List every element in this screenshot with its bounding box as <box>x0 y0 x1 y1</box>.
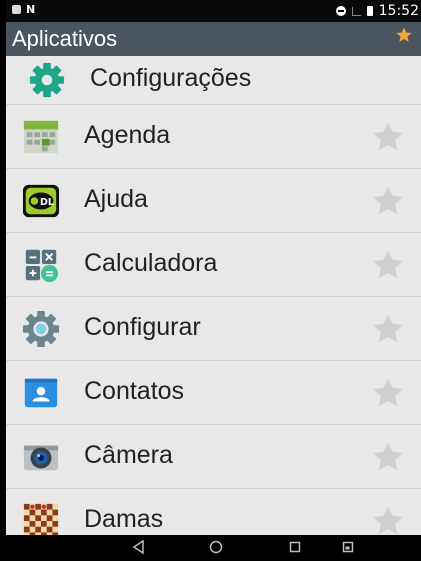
screenshot-button-icon[interactable] <box>341 539 355 555</box>
settings-cog-icon <box>22 310 60 348</box>
app-list: Configurações Agenda DL Ajuda Calculador… <box>6 56 421 535</box>
app-row-calculadora[interactable]: Calculadora <box>6 233 421 297</box>
title-bar: Aplicativos <box>6 22 421 56</box>
app-row-contatos[interactable]: Contatos <box>6 361 421 425</box>
calendar-icon <box>23 120 59 154</box>
app-row-agenda[interactable]: Agenda <box>6 105 421 169</box>
app-row-configuracoes[interactable]: Configurações <box>6 56 421 105</box>
app-label: Câmera <box>84 441 173 469</box>
status-bar: N 15:52 <box>6 0 421 22</box>
app-label: Contatos <box>84 377 185 405</box>
back-button-icon[interactable] <box>131 539 145 555</box>
home-button-icon[interactable] <box>208 539 224 555</box>
battery-icon <box>366 6 373 16</box>
app-label: Ajuda <box>84 185 148 213</box>
app-label: Damas <box>84 505 164 533</box>
favorite-star-icon[interactable] <box>369 439 407 475</box>
contacts-icon <box>24 378 58 408</box>
app-row-configurar[interactable]: Configurar <box>6 297 421 361</box>
gear-icon <box>29 62 65 98</box>
favorite-star-icon[interactable] <box>369 183 407 219</box>
app-row-camera[interactable]: Câmera <box>6 425 421 489</box>
do-not-disturb-icon <box>335 6 346 16</box>
camera-icon <box>23 445 59 471</box>
app-label: Configurar <box>84 313 201 341</box>
favorites-star-icon[interactable] <box>395 26 413 44</box>
svg-text:DL: DL <box>40 197 54 208</box>
recent-apps-button-icon[interactable] <box>288 539 302 555</box>
status-clock: 15:52 <box>378 3 419 19</box>
favorite-star-icon[interactable] <box>369 375 407 411</box>
help-icon: DL <box>22 184 60 218</box>
app-label: Calculadora <box>84 249 218 277</box>
favorite-star-icon[interactable] <box>369 119 407 155</box>
page-title: Aplicativos <box>12 26 118 51</box>
notification-icon <box>12 5 21 14</box>
favorite-star-icon[interactable] <box>369 503 407 535</box>
app-label: Agenda <box>84 121 171 149</box>
app-frame: N 15:52 Aplicativos Configurações Agenda… <box>6 0 421 561</box>
app-row-ajuda[interactable]: DL Ajuda <box>6 169 421 233</box>
navigation-bar <box>6 535 421 561</box>
app-label: Configurações <box>90 64 252 92</box>
favorite-star-icon[interactable] <box>369 247 407 283</box>
calculator-icon <box>25 249 59 283</box>
signal-icon <box>351 6 361 16</box>
favorite-star-icon[interactable] <box>369 311 407 347</box>
checkers-icon <box>23 503 59 535</box>
app-row-damas[interactable]: Damas <box>6 489 421 535</box>
nfc-icon: N <box>26 3 36 16</box>
